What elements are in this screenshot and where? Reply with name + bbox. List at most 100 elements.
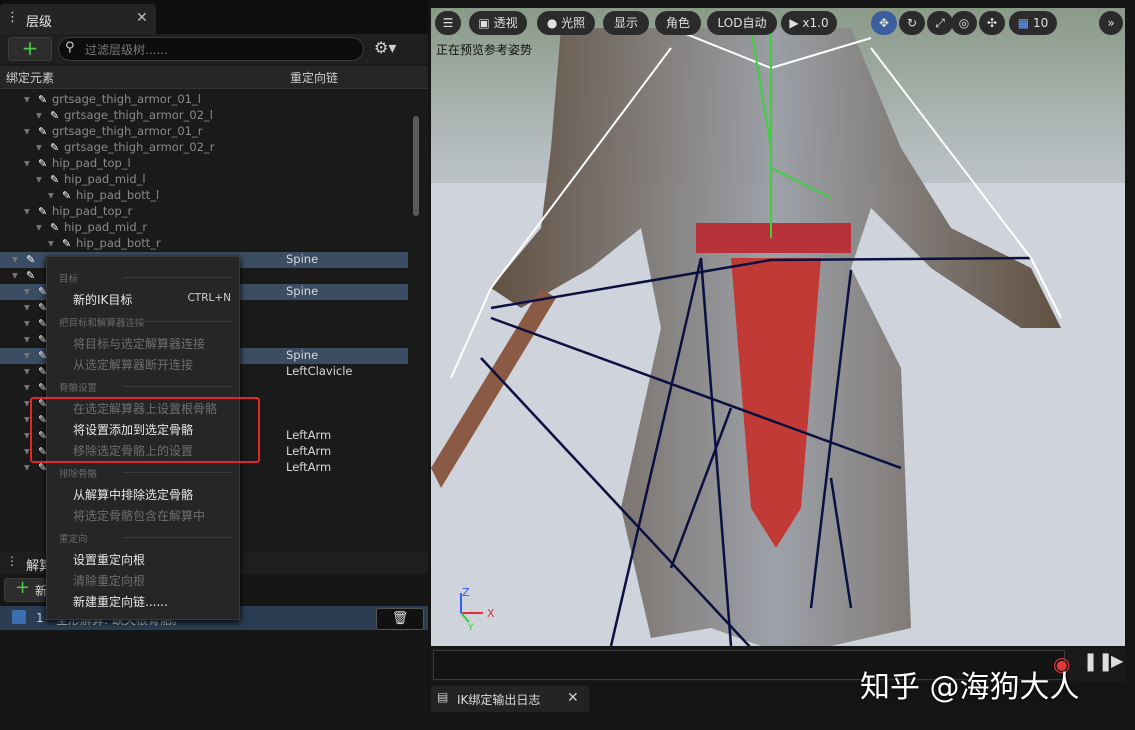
plus-icon: + xyxy=(15,577,31,598)
tab-output-log[interactable]: ▤ IK绑定输出日志 ✕ xyxy=(431,686,589,712)
tree-row[interactable]: ▾ ✎ grtsage_thigh_armor_02_r xyxy=(0,140,408,156)
expand-arrow-icon[interactable]: ▾ xyxy=(24,156,30,170)
col-element[interactable]: 绑定元素 xyxy=(6,69,54,86)
log-tab-label: IK绑定输出日志 xyxy=(457,693,541,707)
bone-name: hip_pad_top_l xyxy=(52,156,131,170)
expand-arrow-icon[interactable]: ▾ xyxy=(24,124,30,138)
tree-row[interactable]: ▾ ✎ grtsage_thigh_armor_02_l xyxy=(0,108,408,124)
grid-snap-button[interactable]: ▦ 10 xyxy=(1009,11,1057,35)
chain-name: LeftArm xyxy=(286,428,332,442)
scale-tool[interactable]: ⤢ xyxy=(927,11,953,35)
expand-arrow-icon[interactable]: ▾ xyxy=(36,108,42,122)
expand-arrow-icon[interactable]: ▾ xyxy=(36,172,42,186)
bone-icon: ✎ xyxy=(50,173,60,186)
bone-icon: ✎ xyxy=(38,93,48,106)
translate-tool[interactable]: ✥ xyxy=(871,11,897,35)
speed-label: x1.0 xyxy=(802,16,829,30)
bone-icon: ✎ xyxy=(38,125,48,138)
tab-bar: ⋮ 层级 ✕ xyxy=(0,0,428,35)
tree-row[interactable]: ▾ ✎ hip_pad_mid_r xyxy=(0,220,408,236)
grid-icon: ▦ xyxy=(1017,16,1033,30)
column-header: 绑定元素 重定向链 xyxy=(0,66,428,89)
expand-arrow-icon[interactable]: ▾ xyxy=(24,460,30,474)
menu-clear-retarget-root[interactable]: 清除重定向根 xyxy=(73,572,145,589)
solver-icon: ⋮ xyxy=(6,554,18,568)
highlight-box xyxy=(30,397,260,463)
menu-set-retarget-root[interactable]: 设置重定向根 xyxy=(73,551,145,568)
tree-row[interactable]: ▾ ✎ grtsage_thigh_armor_01_r xyxy=(0,124,408,140)
menu-new-chain[interactable]: 新建重定向链...... xyxy=(73,593,168,610)
expand-arrow-icon[interactable]: ▾ xyxy=(24,444,30,458)
show-button[interactable]: 显示 xyxy=(603,11,649,35)
expand-arrow-icon[interactable]: ▾ xyxy=(24,348,30,362)
tree-row[interactable]: ▾ ✎ grtsage_thigh_armor_01_l xyxy=(0,92,408,108)
expand-arrow-icon[interactable]: ▾ xyxy=(24,284,30,298)
lighting-button[interactable]: ● 光照 xyxy=(537,11,595,35)
speed-button[interactable]: ▶ x1.0 xyxy=(781,11,837,35)
axis-z-label: Z xyxy=(462,586,470,599)
bone-icon: ✎ xyxy=(38,157,48,170)
menu-include[interactable]: 将选定骨骼包含在解算中 xyxy=(73,507,205,524)
tree-row[interactable]: ▾ ✎ hip_pad_top_l xyxy=(0,156,408,172)
close-icon[interactable]: ✕ xyxy=(136,10,148,26)
lod-button[interactable]: LOD自动 xyxy=(707,11,777,35)
expand-arrow-icon[interactable]: ▾ xyxy=(24,204,30,218)
expand-arrow-icon[interactable]: ▾ xyxy=(48,188,54,202)
expand-arrow-icon[interactable]: ▾ xyxy=(24,396,30,410)
menu-section-retarget: 重定向 xyxy=(59,531,231,545)
menu-new-ik-target[interactable]: 新的IK目标 xyxy=(73,291,132,308)
expand-arrow-icon[interactable]: ▾ xyxy=(24,364,30,378)
character-button[interactable]: 角色 xyxy=(655,11,701,35)
expand-arrow-icon[interactable]: ▾ xyxy=(24,332,30,346)
delete-button[interactable]: 🗑 xyxy=(376,608,424,630)
menu-exclude[interactable]: 从解算中排除选定骨骼 xyxy=(73,486,193,503)
expand-arrow-icon[interactable]: ▾ xyxy=(24,428,30,442)
expand-arrow-icon[interactable]: ▾ xyxy=(12,268,18,282)
expand-arrow-icon[interactable]: ▾ xyxy=(48,236,54,250)
solver-checkbox[interactable] xyxy=(12,610,26,624)
tree-row[interactable]: ▾ ✎ hip_pad_bott_r xyxy=(0,236,408,252)
search-input[interactable]: ⚲ 过滤层级树...... xyxy=(58,37,364,61)
col-chain[interactable]: 重定向链 xyxy=(290,69,338,86)
axis-y-label: Y xyxy=(467,623,474,633)
snap-tool[interactable]: ✣ xyxy=(979,11,1005,35)
scrollbar[interactable] xyxy=(413,116,419,216)
hamburger-icon: ☰ xyxy=(442,16,454,30)
expand-arrow-icon[interactable]: ▾ xyxy=(24,92,30,106)
menu-disconnect[interactable]: 从选定解算器断开连接 xyxy=(73,356,193,373)
close-icon[interactable]: ✕ xyxy=(567,690,579,706)
tree-row[interactable]: ▾ ✎ hip_pad_bott_l xyxy=(0,188,408,204)
lod-label: LOD自动 xyxy=(717,16,767,30)
bone-name: grtsage_thigh_armor_01_r xyxy=(52,124,203,138)
viewport-menu-button[interactable]: ☰ xyxy=(435,11,461,35)
bone-name: hip_pad_bott_r xyxy=(76,236,161,250)
world-tool[interactable]: ◎ xyxy=(951,11,977,35)
chain-name: LeftClavicle xyxy=(286,364,353,378)
menu-connect[interactable]: 将目标与选定解算器连接 xyxy=(73,335,205,352)
rotate-tool[interactable]: ↻ xyxy=(899,11,925,35)
bone-icon: ✎ xyxy=(26,269,36,282)
move-icon: ✥ xyxy=(878,16,890,30)
viewport[interactable]: Z X Y ☰ ▣ 透视 ● 光照 显示 角色 LOD自动 ▶ x1.0 ✥ ↻… xyxy=(431,8,1125,646)
expand-arrow-icon[interactable]: ▾ xyxy=(12,252,18,266)
expand-arrow-icon[interactable]: ▾ xyxy=(24,316,30,330)
show-label: 显示 xyxy=(613,16,638,30)
tree-row[interactable]: ▾ ✎ hip_pad_mid_l xyxy=(0,172,408,188)
gear-icon[interactable]: ⚙▾ xyxy=(374,38,396,57)
tab-hierarchy[interactable]: ⋮ 层级 ✕ xyxy=(0,4,156,34)
expand-arrow-icon[interactable]: ▾ xyxy=(24,380,30,394)
add-button[interactable]: + xyxy=(8,37,52,61)
expand-arrow-icon[interactable]: ▾ xyxy=(36,220,42,234)
pause-icon[interactable]: ❚❚ xyxy=(1083,651,1113,672)
perspective-button[interactable]: ▣ 透视 xyxy=(469,11,527,35)
rotate-icon: ↻ xyxy=(906,16,918,30)
expand-arrow-icon[interactable]: ▾ xyxy=(24,300,30,314)
scale-icon: ⤢ xyxy=(935,16,945,30)
more-button[interactable]: » xyxy=(1099,11,1123,35)
bone-icon: ✎ xyxy=(38,205,48,218)
bone-icon: ✎ xyxy=(62,237,72,250)
expand-arrow-icon[interactable]: ▾ xyxy=(24,412,30,426)
step-icon[interactable]: ▶ xyxy=(1111,651,1123,670)
tree-row[interactable]: ▾ ✎ hip_pad_top_r xyxy=(0,204,408,220)
expand-arrow-icon[interactable]: ▾ xyxy=(36,140,42,154)
